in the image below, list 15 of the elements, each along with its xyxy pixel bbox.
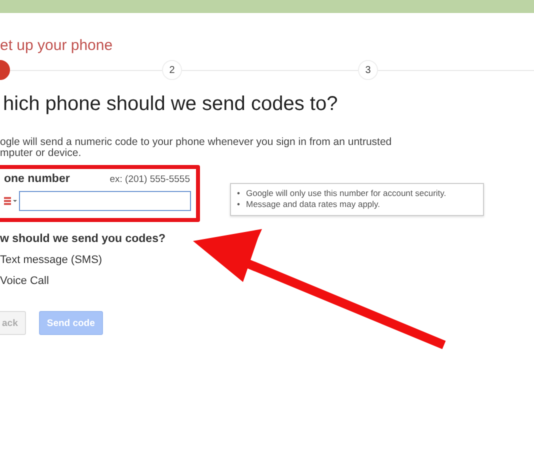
field-label: one number [4,173,70,185]
step-circle: 3 [358,60,378,80]
description-text: ogle will send a numeric code to your phone whenever you sign in from an untrusted mputer or device. [0,137,393,159]
tooltip-text: Message and data rates may apply. [246,199,380,210]
page-title: et up your phone [0,37,114,55]
option-label[interactable]: Voice Call [0,275,49,287]
page-heading: hich phone should we send codes to? [2,93,339,116]
bullet-icon: • [237,188,240,199]
question-text: w should we send you codes? [0,233,166,245]
tooltip-text: Google will only use this number for account security. [246,188,446,199]
example-text: ex: (201) 555-5555 [110,174,190,185]
option-label[interactable]: Text message (SMS) [0,254,102,266]
phone-input[interactable] [19,191,191,211]
bullet-icon: • [237,199,240,210]
step-circle: 2 [162,60,182,80]
